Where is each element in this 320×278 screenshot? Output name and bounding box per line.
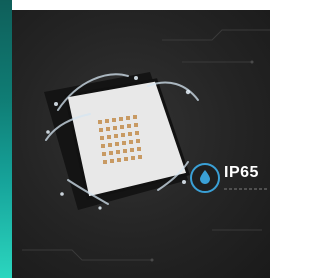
product-photo-panel: IP65 <box>12 10 270 278</box>
product-image-card: IP65 <box>0 0 274 278</box>
led-floodlight-image <box>44 72 199 210</box>
water-drop-icon <box>200 170 210 184</box>
badge-underline <box>224 188 268 190</box>
ip-rating-badge: IP65 <box>190 156 270 204</box>
side-accent-strip <box>0 0 12 278</box>
ip-rating-label: IP65 <box>224 164 259 181</box>
